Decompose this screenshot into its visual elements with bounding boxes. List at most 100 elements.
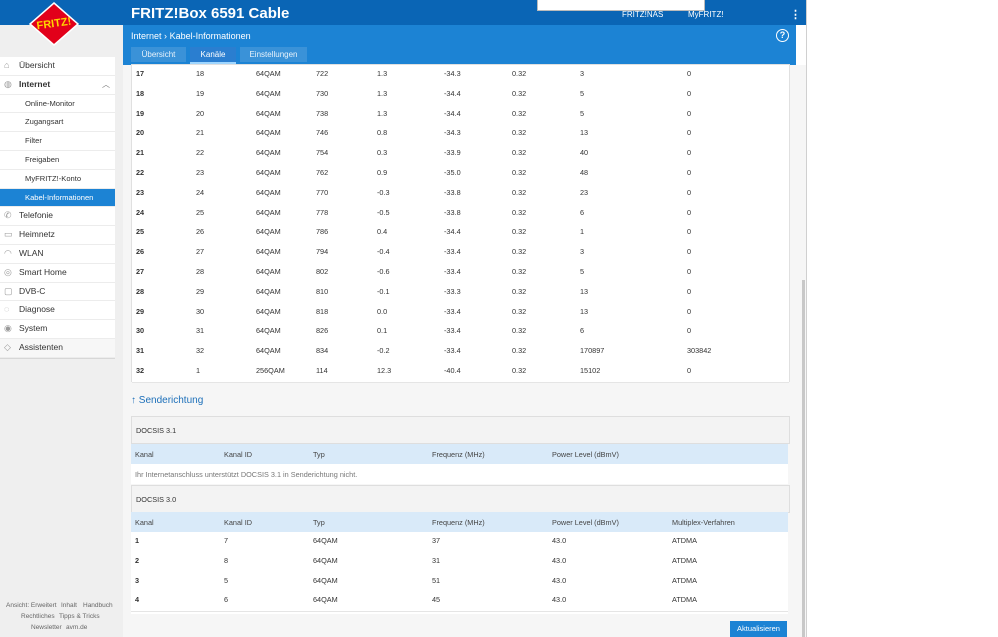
myfritz-link[interactable]: MyFRITZ! [688, 10, 724, 19]
sidebar-item-smart-home[interactable]: ◎ Smart Home [0, 264, 115, 283]
table-cell: 1 [135, 536, 140, 545]
sidebar-item-wlan[interactable]: ◠ WLAN [0, 245, 115, 264]
table-cell: 22 [196, 148, 205, 158]
table-cell: 834 [316, 346, 329, 356]
docsis31-label: DOCSIS 3.1 [136, 426, 177, 435]
refresh-button[interactable]: Aktualisieren [730, 621, 787, 637]
table-cell: 17 [136, 69, 145, 78]
table-cell: 5 [580, 88, 585, 98]
table-cell: 13 [580, 286, 589, 296]
table-row: 32 1 256QAM 114 12.3 -40.4 0.32 15102 0 [132, 362, 789, 383]
table-cell: -0.6 [377, 267, 390, 276]
table-cell: 0.4 [377, 227, 388, 237]
sidebar-item-zugangsart[interactable]: Zugangsart [0, 113, 115, 133]
tab-uebersicht[interactable]: Übersicht [131, 47, 186, 62]
sidebar-item-myfritz-konto[interactable]: MyFRITZ!-Konto [0, 170, 115, 189]
sidebar-item-telefonie[interactable]: ✆ Telefonie [0, 207, 115, 227]
table-cell: 114 [316, 366, 328, 375]
table-cell: 1 [196, 366, 201, 375]
table-cell: 23 [196, 168, 205, 177]
table-cell: 0.32 [512, 326, 527, 336]
table-cell: 0 [687, 69, 692, 78]
footer-handbuch[interactable]: Handbuch [83, 602, 113, 609]
footer-newsletter[interactable]: Newsletter [31, 624, 62, 631]
table-cell: 32 [136, 366, 145, 375]
table-cell: 31 [136, 346, 145, 356]
sidebar-item-online-monitor[interactable]: Online-Monitor [0, 95, 115, 114]
sidebar-item-uebersicht[interactable]: ⌂ Übersicht [0, 57, 115, 76]
table-cell: 818 [316, 306, 329, 316]
table-cell: 770 [316, 187, 329, 197]
sidebar-item-assistenten[interactable]: ◇ Assistenten [0, 338, 115, 358]
more-menu-icon[interactable]: ⋮ [790, 8, 801, 21]
table-cell: 0.32 [512, 267, 527, 276]
column-header: Kanal [135, 450, 154, 459]
footer-avm[interactable]: avm.de [66, 624, 87, 631]
table-cell: 64QAM [256, 306, 281, 316]
table-cell: -0.2 [377, 346, 390, 356]
fritz-logo[interactable]: FRITZ! [28, 2, 80, 46]
sidebar-item-freigaben[interactable]: Freigaben [0, 151, 115, 170]
sidebar-item-system[interactable]: ◉ System [0, 320, 115, 339]
table-cell: 0.1 [377, 326, 388, 336]
table-cell: 170897 [580, 346, 605, 356]
table-cell: -33.3 [444, 286, 461, 296]
tab-einstellungen[interactable]: Einstellungen [240, 47, 307, 62]
sidebar-item-internet[interactable]: ◍ Internet ︿ [0, 76, 115, 95]
chevron-up-icon[interactable]: ︿ [102, 76, 110, 94]
scrollbar[interactable] [802, 280, 805, 637]
table-cell: 64QAM [313, 536, 338, 545]
table-cell: 794 [316, 247, 329, 257]
tab-kanaele[interactable]: Kanäle [190, 47, 236, 64]
table-cell: 0 [687, 128, 692, 138]
table-cell: 0.32 [512, 247, 527, 257]
table-cell: -35.0 [444, 168, 461, 177]
table-cell: 43.0 [552, 575, 567, 585]
table-cell: 13 [580, 128, 589, 138]
table-row: 24 25 64QAM 778 -0.5 -33.8 0.32 6 0 [132, 203, 789, 225]
breadcrumb-parent[interactable]: Internet [131, 31, 162, 41]
wifi-icon: ◠ [4, 247, 12, 258]
footer-tipps[interactable]: Tipps & Tricks [59, 613, 100, 620]
system-icon: ◉ [4, 323, 12, 334]
footer-ansicht[interactable]: Ansicht: Erweitert [6, 602, 57, 609]
table-cell: 0.8 [377, 128, 388, 138]
table-cell: 18 [136, 88, 145, 98]
table-row: 23 24 64QAM 770 -0.3 -33.8 0.32 23 0 [132, 183, 789, 205]
table-cell: 3 [580, 247, 585, 257]
sidebar-item-kabel-informationen[interactable]: Kabel-Informationen [0, 188, 115, 208]
table-cell: 23 [580, 187, 589, 197]
table-cell: -33.4 [444, 306, 461, 316]
sidebar-item-filter[interactable]: Filter [0, 132, 115, 151]
table-cell: 810 [316, 286, 329, 296]
tv-icon: ▢ [4, 285, 13, 296]
footer-rechtliches[interactable]: Rechtliches [21, 613, 55, 620]
table-cell: 722 [316, 69, 329, 78]
table-cell: 25 [136, 227, 145, 237]
sidebar-item-diagnose[interactable]: ◌ Diagnose [0, 301, 115, 321]
table-cell: 0 [687, 88, 692, 98]
table-cell: 24 [196, 187, 205, 197]
table-cell: 0.3 [377, 148, 388, 158]
table-cell: 4 [135, 595, 140, 605]
fritznas-link[interactable]: FRITZ!NAS [622, 10, 663, 19]
docsis30-header: DOCSIS 3.0 [131, 485, 790, 513]
table-row: 30 31 64QAM 826 0.1 -33.4 0.32 6 0 [132, 322, 789, 344]
table-cell: 0.32 [512, 207, 527, 217]
sidebar-item-dvb-c[interactable]: ▢ DVB-C [0, 283, 115, 302]
search-input[interactable] [537, 0, 705, 11]
help-icon[interactable]: ? [776, 29, 789, 42]
table-row: 19 20 64QAM 738 1.3 -34.4 0.32 5 0 [132, 104, 789, 126]
table-row: 25 26 64QAM 786 0.4 -34.4 0.32 1 0 [132, 223, 789, 245]
table-row: 29 30 64QAM 818 0.0 -33.4 0.32 13 0 [132, 302, 789, 324]
table-cell: 64QAM [313, 555, 338, 565]
footer-inhalt[interactable]: Inhalt [61, 602, 77, 609]
diagnose-icon: ◌ [4, 304, 10, 315]
docsis30-table-header: Kanal Kanal ID Typ Frequenz (MHz) Power … [131, 512, 788, 532]
table-cell: 51 [432, 575, 441, 585]
table-cell: 37 [432, 536, 441, 545]
phone-icon: ✆ [4, 210, 12, 221]
sidebar-item-heimnetz[interactable]: ▭ Heimnetz [0, 226, 115, 245]
table-cell: 1.3 [377, 88, 388, 98]
table-row: 28 29 64QAM 810 -0.1 -33.3 0.32 13 0 [132, 282, 789, 304]
